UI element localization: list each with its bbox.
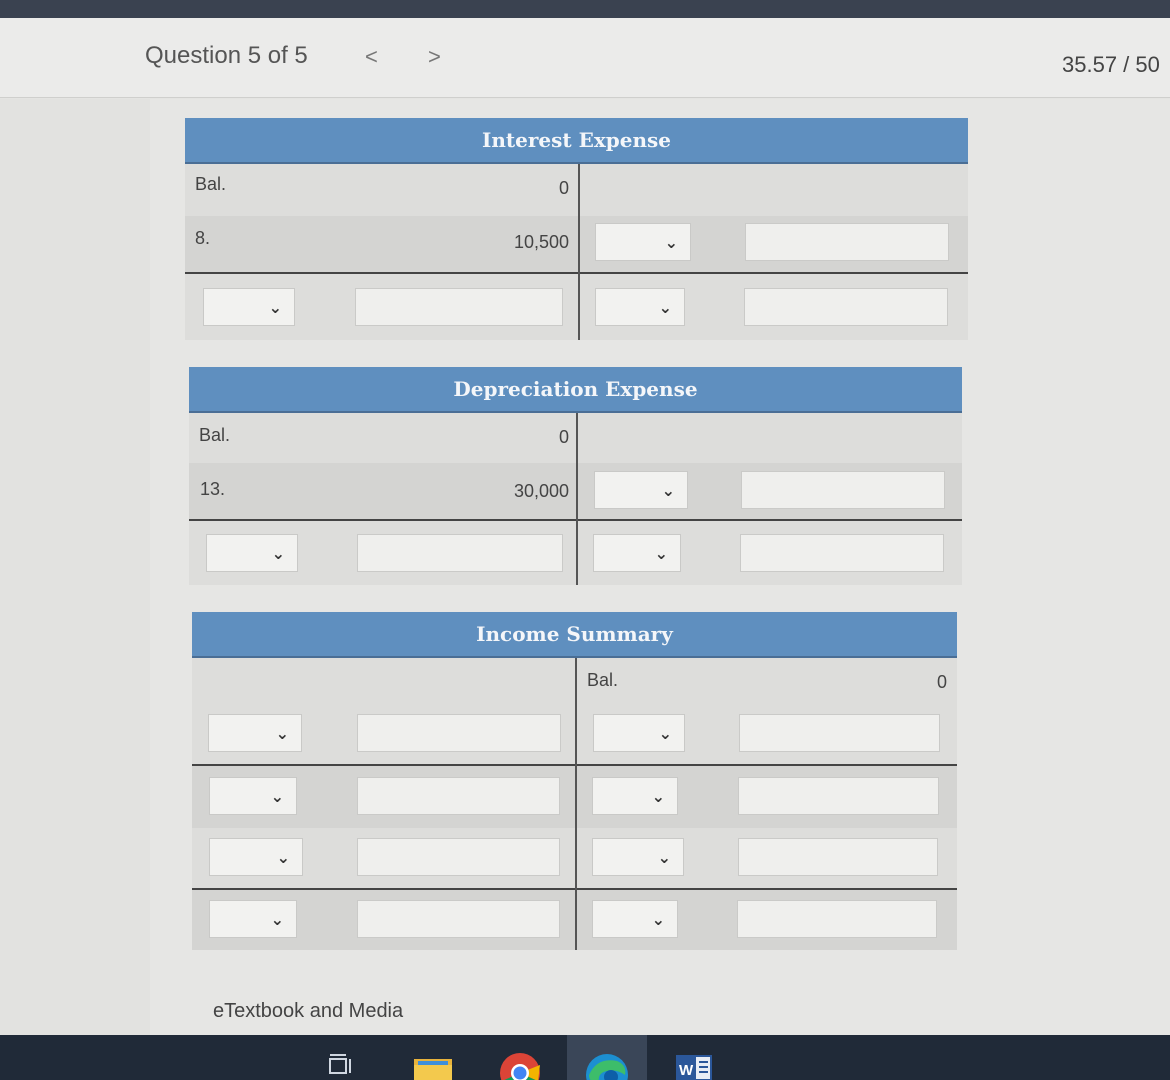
row-amount: 0 [558, 427, 569, 447]
credit-amount-input[interactable] [740, 534, 944, 572]
task-view-icon [329, 1054, 351, 1074]
question-header: Question 5 of 5 < > 35.57 / 50 [0, 18, 1170, 98]
debit-amount-input[interactable] [357, 534, 563, 572]
interest-row-total: ⌄ ⌄ [185, 274, 968, 340]
income-summary-title: Income Summary [192, 612, 957, 658]
row-amount: 30,000 [513, 481, 569, 501]
interest-row-8: 8. 10,500 ⌄ [185, 216, 968, 274]
debit-amount-input[interactable] [355, 288, 563, 326]
credit-account-select[interactable]: ⌄ [593, 534, 681, 572]
depreciation-expense-account: Depreciation Expense Bal. 0 13. 30,000 ⌄… [189, 367, 962, 585]
debit-amount-input[interactable] [357, 714, 561, 752]
row-label: Bal. [587, 670, 619, 690]
left-margin [0, 99, 150, 1035]
debit-account-select[interactable]: ⌄ [209, 838, 303, 876]
credit-account-select[interactable]: ⌄ [594, 471, 688, 509]
credit-amount-input[interactable] [737, 900, 937, 938]
chevron-down-icon: ⌄ [276, 850, 290, 867]
row-label: Bal. [195, 174, 227, 194]
interest-expense-title: Interest Expense [185, 118, 968, 164]
credit-account-select[interactable]: ⌄ [595, 223, 691, 261]
task-view-button[interactable] [316, 1035, 372, 1080]
debit-amount-input[interactable] [357, 777, 560, 815]
interest-expense-account: Interest Expense Bal. 0 8. 10,500 ⌄ ⌄ ⌄ [185, 118, 968, 340]
credit-amount-input[interactable] [745, 223, 949, 261]
chevron-down-icon: ⌄ [657, 850, 671, 867]
credit-account-select[interactable]: ⌄ [592, 838, 684, 876]
credit-amount-input[interactable] [739, 714, 940, 752]
debit-account-select[interactable]: ⌄ [208, 714, 302, 752]
debit-account-select[interactable]: ⌄ [203, 288, 295, 326]
credit-account-select[interactable]: ⌄ [592, 900, 678, 938]
chevron-down-icon: ⌄ [658, 300, 672, 317]
word-letter: W [679, 1062, 694, 1079]
score-display: 35.57 / 50 [1062, 52, 1160, 77]
row-label: 8. [195, 228, 211, 248]
chevron-down-icon: ⌄ [268, 300, 282, 317]
file-explorer-button[interactable] [404, 1035, 460, 1080]
row-label: 13. [200, 479, 226, 499]
row-amount: 10,500 [513, 232, 569, 252]
etextbook-media-link[interactable]: eTextbook and Media [213, 1000, 403, 1023]
debit-account-select[interactable]: ⌄ [209, 777, 297, 815]
previous-question-button[interactable]: < [365, 44, 378, 70]
top-strip [0, 0, 1170, 18]
chrome-button[interactable] [492, 1035, 548, 1080]
chrome-icon [500, 1053, 540, 1080]
chevron-down-icon: ⌄ [270, 789, 284, 806]
chevron-down-icon: ⌄ [651, 789, 665, 806]
chevron-down-icon: ⌄ [658, 726, 672, 743]
taskbar: W [0, 1035, 1170, 1080]
chevron-down-icon: ⌄ [654, 546, 668, 563]
debit-amount-input[interactable] [357, 838, 560, 876]
depreciation-expense-title: Depreciation Expense [189, 367, 962, 413]
credit-amount-input[interactable] [741, 471, 945, 509]
row-label: Bal. [199, 425, 231, 445]
debit-account-select[interactable]: ⌄ [206, 534, 298, 572]
question-title: Question 5 of 5 [145, 42, 308, 69]
row-amount: 0 [558, 178, 569, 198]
credit-account-select[interactable]: ⌄ [593, 714, 685, 752]
chevron-down-icon: ⌄ [275, 726, 289, 743]
next-question-button[interactable]: > [428, 44, 441, 70]
debit-account-select[interactable]: ⌄ [209, 900, 297, 938]
chevron-down-icon: ⌄ [271, 546, 285, 563]
credit-amount-input[interactable] [738, 838, 938, 876]
credit-amount-input[interactable] [738, 777, 939, 815]
interest-row-bal: Bal. 0 [185, 164, 968, 216]
chevron-down-icon: ⌄ [661, 483, 675, 500]
t-divider [578, 164, 580, 340]
file-explorer-icon [414, 1059, 452, 1080]
word-button[interactable]: W [668, 1035, 724, 1080]
credit-amount-input[interactable] [744, 288, 948, 326]
debit-amount-input[interactable] [357, 900, 560, 938]
chevron-down-icon: ⌄ [270, 912, 284, 929]
chevron-down-icon: ⌄ [664, 235, 678, 252]
income-summary-account: Income Summary Bal. 0 ⌄ ⌄ ⌄ ⌄ ⌄ ⌄ ⌄ ⌄ [192, 612, 957, 950]
edge-icon [586, 1054, 628, 1080]
credit-account-select[interactable]: ⌄ [595, 288, 685, 326]
t-divider [576, 413, 578, 585]
t-divider [575, 658, 577, 950]
credit-account-select[interactable]: ⌄ [592, 777, 678, 815]
edge-button[interactable] [567, 1035, 647, 1080]
chevron-down-icon: ⌄ [651, 912, 665, 929]
row-amount: 0 [936, 672, 947, 692]
word-icon: W [676, 1055, 712, 1080]
